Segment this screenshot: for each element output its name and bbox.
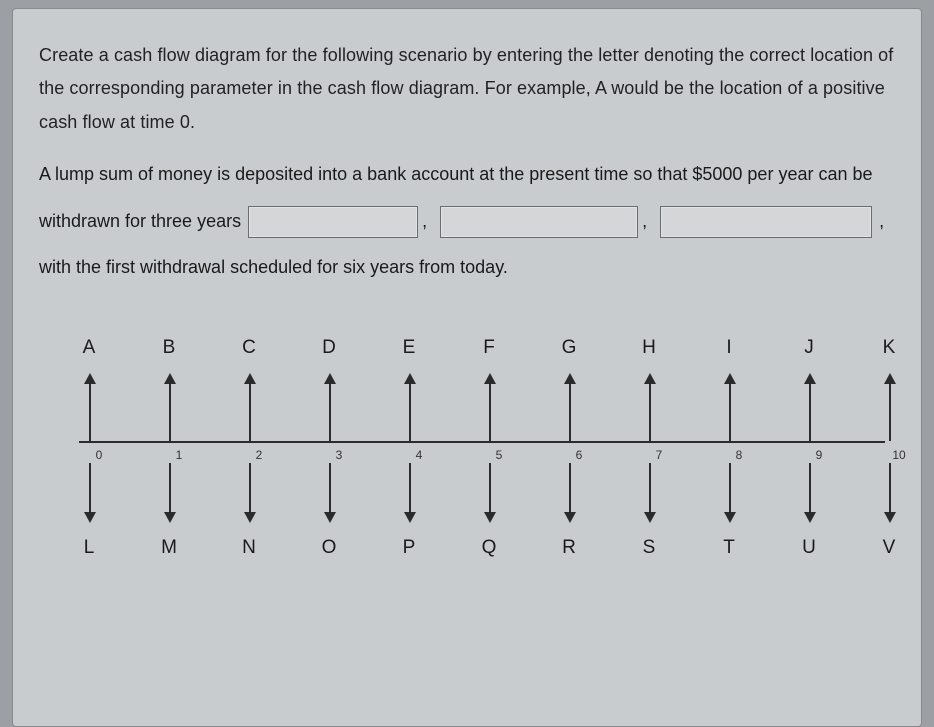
up-arrow bbox=[249, 375, 251, 441]
time-label: 5 bbox=[496, 448, 503, 462]
down-arrow bbox=[89, 463, 91, 521]
time-label: 6 bbox=[576, 448, 583, 462]
up-arrow bbox=[329, 375, 331, 441]
fill-in-sentence: A lump sum of money is deposited into a … bbox=[39, 164, 884, 278]
position-label-bottom: P bbox=[403, 537, 416, 559]
position-label-bottom: T bbox=[723, 537, 735, 559]
position-label-bottom: Q bbox=[482, 537, 497, 559]
position-label-top: K bbox=[883, 337, 896, 359]
down-arrow bbox=[329, 463, 331, 521]
down-arrow bbox=[409, 463, 411, 521]
up-arrow bbox=[889, 375, 891, 441]
time-label: 1 bbox=[176, 448, 183, 462]
position-label-bottom: V bbox=[883, 537, 896, 559]
time-axis bbox=[79, 441, 885, 443]
time-label: 4 bbox=[416, 448, 423, 462]
comma-2: , bbox=[642, 211, 647, 231]
down-arrow bbox=[489, 463, 491, 521]
position-label-top: I bbox=[726, 337, 731, 359]
comma-1: , bbox=[422, 211, 427, 231]
answer-blank-2[interactable] bbox=[440, 206, 638, 238]
up-arrow bbox=[169, 375, 171, 441]
down-arrow bbox=[249, 463, 251, 521]
down-arrow bbox=[889, 463, 891, 521]
time-label: 9 bbox=[816, 448, 823, 462]
down-arrow bbox=[169, 463, 171, 521]
position-label-top: B bbox=[163, 337, 176, 359]
position-label-top: D bbox=[322, 337, 336, 359]
down-arrow bbox=[729, 463, 731, 521]
position-label-bottom: M bbox=[161, 537, 177, 559]
up-arrow bbox=[729, 375, 731, 441]
time-label: 3 bbox=[336, 448, 343, 462]
up-arrow bbox=[569, 375, 571, 441]
question-sheet: Create a cash flow diagram for the follo… bbox=[12, 8, 922, 727]
time-label: 10 bbox=[892, 448, 905, 462]
cash-flow-diagram: 0AL1BM2CN3DO4EP5FQ6GR7HS8IT9JU10KV bbox=[79, 321, 885, 581]
instruction-paragraph: Create a cash flow diagram for the follo… bbox=[39, 39, 895, 139]
down-arrow bbox=[649, 463, 651, 521]
up-arrow bbox=[489, 375, 491, 441]
position-label-bottom: R bbox=[562, 537, 576, 559]
position-label-top: G bbox=[562, 337, 577, 359]
position-label-top: A bbox=[83, 337, 96, 359]
time-label: 8 bbox=[736, 448, 743, 462]
position-label-bottom: U bbox=[802, 537, 816, 559]
time-label: 7 bbox=[656, 448, 663, 462]
position-label-bottom: L bbox=[84, 537, 95, 559]
down-arrow bbox=[569, 463, 571, 521]
position-label-bottom: N bbox=[242, 537, 256, 559]
up-arrow bbox=[809, 375, 811, 441]
position-label-top: F bbox=[483, 337, 495, 359]
position-label-bottom: S bbox=[643, 537, 656, 559]
up-arrow bbox=[649, 375, 651, 441]
up-arrow bbox=[409, 375, 411, 441]
position-label-top: E bbox=[403, 337, 416, 359]
position-label-top: H bbox=[642, 337, 656, 359]
down-arrow bbox=[809, 463, 811, 521]
answer-blank-1[interactable] bbox=[248, 206, 418, 238]
position-label-bottom: O bbox=[322, 537, 337, 559]
up-arrow bbox=[89, 375, 91, 441]
time-label: 0 bbox=[96, 448, 103, 462]
position-label-top: J bbox=[804, 337, 814, 359]
answer-blank-3[interactable] bbox=[660, 206, 872, 238]
position-label-top: C bbox=[242, 337, 256, 359]
time-label: 2 bbox=[256, 448, 263, 462]
